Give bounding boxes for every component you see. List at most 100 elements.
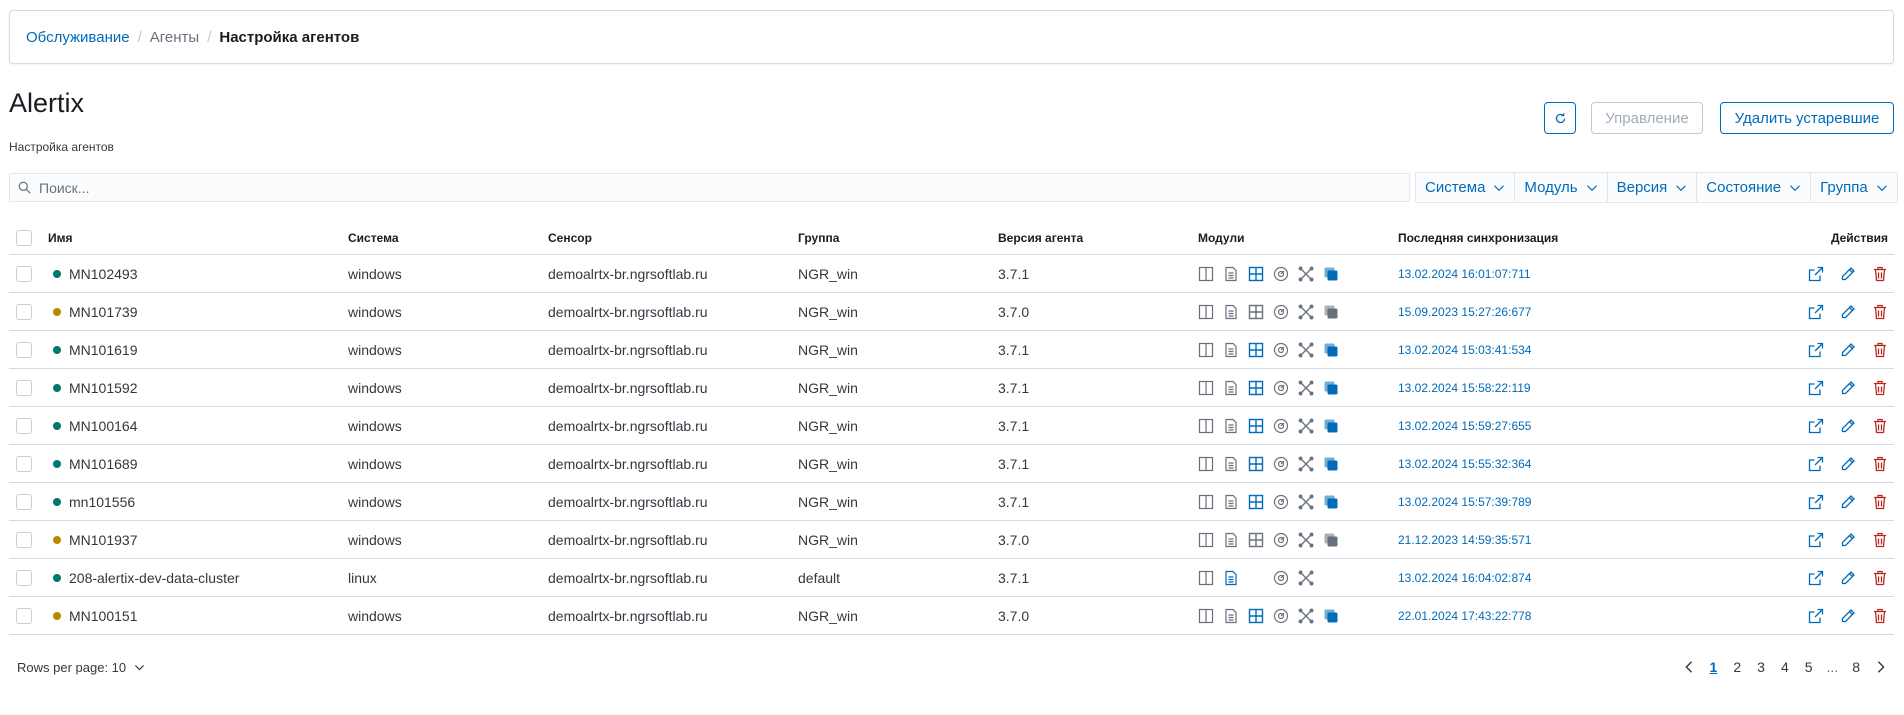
open-external-icon[interactable] — [1808, 570, 1824, 586]
column-header-name[interactable]: Имя — [48, 231, 348, 245]
column-header-version[interactable]: Версия агента — [998, 231, 1198, 245]
agent-name[interactable]: MN101689 — [69, 456, 138, 472]
delete-icon[interactable] — [1872, 494, 1888, 510]
chevron-left-icon[interactable] — [1682, 660, 1696, 674]
open-external-icon[interactable] — [1808, 266, 1824, 282]
edit-icon[interactable] — [1840, 494, 1856, 510]
agent-last-sync[interactable]: 15.09.2023 15:27:26:677 — [1398, 305, 1768, 319]
agent-group: NGR_win — [798, 379, 858, 396]
row-checkbox[interactable] — [16, 379, 32, 396]
column-header-group[interactable]: Группа — [798, 231, 998, 245]
edit-icon[interactable] — [1840, 304, 1856, 320]
edit-icon[interactable] — [1840, 266, 1856, 282]
row-checkbox[interactable] — [16, 341, 32, 358]
agent-last-sync[interactable]: 22.01.2024 17:43:22:778 — [1398, 609, 1768, 623]
breadcrumb-item-maintenance[interactable]: Обслуживание — [26, 29, 130, 46]
table-row[interactable]: MN101689 windows demoalrtx-br.ngrsoftlab… — [9, 445, 1894, 483]
refresh-button[interactable] — [1544, 102, 1576, 134]
chevron-right-icon[interactable] — [1874, 660, 1888, 674]
search-input[interactable] — [39, 179, 1389, 196]
edit-icon[interactable] — [1840, 570, 1856, 586]
table-row[interactable]: mn101556 windows demoalrtx-br.ngrsoftlab… — [9, 483, 1894, 521]
table-row[interactable]: MN101592 windows demoalrtx-br.ngrsoftlab… — [9, 369, 1894, 407]
delete-icon[interactable] — [1872, 570, 1888, 586]
table-row[interactable]: MN101619 windows demoalrtx-br.ngrsoftlab… — [9, 331, 1894, 369]
table-row[interactable]: MN100151 windows demoalrtx-br.ngrsoftlab… — [9, 597, 1894, 635]
delete-icon[interactable] — [1872, 266, 1888, 282]
rows-per-page-select[interactable]: Rows per page: 10 — [17, 660, 145, 675]
edit-icon[interactable] — [1840, 532, 1856, 548]
page-2[interactable]: 2 — [1731, 657, 1743, 677]
table-row[interactable]: 208-alertix-dev-data-cluster linux demoa… — [9, 559, 1894, 597]
table-row[interactable]: MN102493 windows demoalrtx-br.ngrsoftlab… — [9, 255, 1894, 293]
table-row[interactable]: MN101739 windows demoalrtx-br.ngrsoftlab… — [9, 293, 1894, 331]
filter-label: Состояние — [1706, 179, 1782, 196]
open-external-icon[interactable] — [1808, 380, 1824, 396]
open-external-icon[interactable] — [1808, 494, 1824, 510]
open-external-icon[interactable] — [1808, 342, 1824, 358]
table-row[interactable]: MN101937 windows demoalrtx-br.ngrsoftlab… — [9, 521, 1894, 559]
agent-last-sync[interactable]: 13.02.2024 15:55:32:364 — [1398, 457, 1768, 471]
filter-version[interactable]: Версия — [1608, 173, 1698, 202]
delete-icon[interactable] — [1872, 532, 1888, 548]
page-5[interactable]: 5 — [1803, 657, 1815, 677]
open-external-icon[interactable] — [1808, 456, 1824, 472]
row-checkbox[interactable] — [16, 493, 32, 510]
manage-button[interactable]: Управление — [1591, 102, 1703, 134]
column-header-sensor[interactable]: Сенсор — [548, 231, 798, 245]
filter-module[interactable]: Модуль — [1515, 173, 1608, 202]
page-3[interactable]: 3 — [1755, 657, 1767, 677]
open-external-icon[interactable] — [1808, 418, 1824, 434]
row-checkbox[interactable] — [16, 455, 32, 472]
filter-group-select[interactable]: Группа — [1811, 173, 1897, 202]
column-header-last-sync[interactable]: Последняя синхронизация — [1398, 231, 1768, 245]
agent-name[interactable]: MN101937 — [69, 532, 138, 548]
agent-last-sync[interactable]: 13.02.2024 16:04:02:874 — [1398, 571, 1768, 585]
edit-icon[interactable] — [1840, 342, 1856, 358]
agent-last-sync[interactable]: 13.02.2024 15:59:27:655 — [1398, 419, 1768, 433]
breadcrumb-item-agents[interactable]: Агенты — [150, 29, 199, 46]
agent-last-sync[interactable]: 13.02.2024 16:01:07:711 — [1398, 267, 1768, 281]
edit-icon[interactable] — [1840, 418, 1856, 434]
filter-state[interactable]: Состояние — [1697, 173, 1812, 202]
agent-name[interactable]: MN100151 — [69, 608, 138, 624]
delete-icon[interactable] — [1872, 456, 1888, 472]
agent-last-sync[interactable]: 13.02.2024 15:58:22:119 — [1398, 381, 1768, 395]
open-external-icon[interactable] — [1808, 532, 1824, 548]
filter-system[interactable]: Система — [1416, 173, 1516, 202]
page-1[interactable]: 1 — [1708, 657, 1720, 677]
row-checkbox[interactable] — [16, 303, 32, 320]
row-checkbox[interactable] — [16, 607, 32, 624]
row-checkbox[interactable] — [16, 531, 32, 548]
agent-name[interactable]: mn101556 — [69, 494, 135, 510]
delete-icon[interactable] — [1872, 304, 1888, 320]
page-last[interactable]: 8 — [1850, 657, 1862, 677]
agent-name[interactable]: MN101739 — [69, 304, 138, 320]
row-checkbox[interactable] — [16, 417, 32, 434]
agent-name[interactable]: 208-alertix-dev-data-cluster — [69, 570, 239, 586]
agent-last-sync[interactable]: 13.02.2024 15:03:41:534 — [1398, 343, 1768, 357]
agent-name[interactable]: MN102493 — [69, 266, 138, 282]
select-all-checkbox[interactable] — [16, 229, 32, 246]
row-checkbox[interactable] — [16, 265, 32, 282]
row-checkbox[interactable] — [16, 569, 32, 586]
delete-icon[interactable] — [1872, 418, 1888, 434]
delete-icon[interactable] — [1872, 608, 1888, 624]
agent-name[interactable]: MN100164 — [69, 418, 138, 434]
delete-icon[interactable] — [1872, 342, 1888, 358]
delete-icon[interactable] — [1872, 380, 1888, 396]
row-select-cell — [9, 569, 48, 586]
agent-name[interactable]: MN101592 — [69, 380, 138, 396]
delete-stale-button[interactable]: Удалить устаревшие — [1720, 102, 1894, 134]
agent-last-sync[interactable]: 21.12.2023 14:59:35:571 — [1398, 533, 1768, 547]
column-header-system[interactable]: Система — [348, 231, 548, 245]
open-external-icon[interactable] — [1808, 304, 1824, 320]
edit-icon[interactable] — [1840, 380, 1856, 396]
edit-icon[interactable] — [1840, 456, 1856, 472]
edit-icon[interactable] — [1840, 608, 1856, 624]
agent-name[interactable]: MN101619 — [69, 342, 138, 358]
open-external-icon[interactable] — [1808, 608, 1824, 624]
agent-last-sync[interactable]: 13.02.2024 15:57:39:789 — [1398, 495, 1768, 509]
table-row[interactable]: MN100164 windows demoalrtx-br.ngrsoftlab… — [9, 407, 1894, 445]
page-4[interactable]: 4 — [1779, 657, 1791, 677]
